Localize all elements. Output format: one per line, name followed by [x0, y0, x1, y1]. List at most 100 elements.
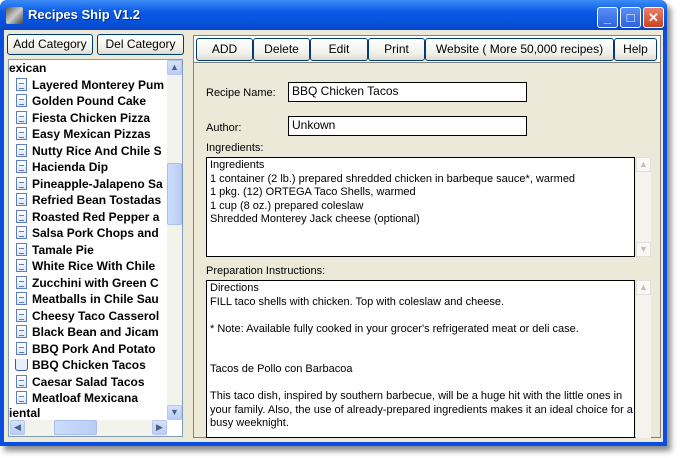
website-button[interactable]: Website ( More 50,000 recipes): [425, 38, 614, 61]
tree-horizontal-scrollbar[interactable]: ◀ ▶: [9, 420, 167, 436]
document-icon: [16, 292, 27, 305]
recipe-item[interactable]: Salsa Pork Chops and: [9, 225, 167, 241]
recipe-item[interactable]: Hacienda Dip: [9, 159, 167, 175]
add-button[interactable]: ADD: [196, 38, 253, 61]
recipe-item-label: Zucchini with Green C: [32, 275, 159, 290]
recipe-item-label: Refried Bean Tostadas: [32, 193, 162, 207]
recipe-item-label: Easy Mexican Pizzas: [32, 127, 151, 141]
scroll-down-icon[interactable]: ▼: [167, 405, 182, 420]
document-icon: [16, 226, 27, 239]
recipe-item-label: BBQ Chicken Tacos: [32, 358, 146, 372]
recipe-item-label: Pineapple-Jalapeno Sa: [32, 176, 163, 191]
recipe-item[interactable]: BBQ Pork And Potato: [9, 341, 167, 357]
scroll-up-icon[interactable]: ▲: [636, 280, 651, 295]
close-button[interactable]: ✕: [643, 7, 664, 28]
instructions-textarea[interactable]: Directions FILL taco shells with chicken.…: [206, 280, 635, 438]
open-book-icon: [15, 359, 28, 371]
scroll-right-icon[interactable]: ▶: [152, 420, 167, 435]
recipe-item-label: Cheesy Taco Casserol: [32, 308, 160, 323]
document-icon: [16, 242, 27, 256]
recipe-item[interactable]: Zucchini with Green C: [9, 275, 167, 291]
recipe-detail-panel: ADD Delete Edit Print Website ( More 50,…: [193, 35, 661, 438]
text-line: your family. Also, the use of already-pr…: [210, 403, 633, 416]
scroll-up-icon[interactable]: ▲: [167, 60, 182, 75]
recipe-item[interactable]: Pineapple-Jalapeno Sa: [9, 176, 167, 192]
text-line: Shredded Monterey Jack cheese (optional): [210, 213, 420, 225]
recipe-item-label: Caesar Salad Tacos: [32, 374, 145, 389]
recipe-item-label: Meatballs in Chile Sau: [32, 292, 159, 306]
minimize-button[interactable]: _: [597, 7, 618, 28]
ingredients-scrollbar[interactable]: ▲ ▼: [636, 157, 651, 257]
document-icon: [16, 110, 27, 124]
text-line: This taco dish, inspired by southern bar…: [210, 390, 623, 402]
horizontal-scroll-thumb[interactable]: [54, 420, 97, 435]
text-line: Tacos de Pollo con Barbacoa: [210, 363, 353, 375]
app-window: Recipes Ship V1.2 _ □ ✕ Add Category Del…: [0, 0, 667, 446]
document-icon: [16, 374, 27, 388]
ingredients-label: Ingredients:: [206, 142, 264, 154]
recipe-item[interactable]: Meatballs in Chile Sau: [9, 291, 167, 307]
recipe-item-label: Black Bean and Jicam: [32, 325, 159, 339]
author-label: Author:: [206, 122, 242, 134]
recipe-item-label: Tamale Pie: [32, 242, 94, 257]
app-icon: [6, 7, 23, 24]
del-category-button[interactable]: Del Category: [97, 34, 184, 55]
text-line: [210, 309, 631, 323]
recipe-item[interactable]: Black Bean and Jicam: [9, 324, 167, 340]
document-icon: [16, 193, 27, 206]
document-icon: [16, 176, 27, 190]
add-category-button[interactable]: Add Category: [7, 34, 93, 55]
vertical-scroll-thumb[interactable]: [167, 163, 182, 225]
instructions-scrollbar[interactable]: ▲: [636, 280, 651, 438]
scroll-up-icon[interactable]: ▲: [636, 157, 651, 172]
text-line: * Note: Available fully cooked in your g…: [210, 322, 579, 335]
recipe-item[interactable]: Cheesy Taco Casserol: [9, 308, 167, 324]
category-mexican[interactable]: exican: [9, 60, 167, 76]
recipe-item-label: Fiesta Chicken Pizza: [32, 110, 151, 125]
recipe-item[interactable]: BBQ Chicken Tacos: [9, 357, 167, 373]
recipe-item[interactable]: Fiesta Chicken Pizza: [9, 110, 167, 126]
document-icon: [16, 209, 27, 223]
author-input[interactable]: Unkown: [288, 116, 527, 136]
recipe-item[interactable]: Refried Bean Tostadas: [9, 192, 167, 208]
document-icon: [16, 77, 27, 91]
recipe-item-label: Golden Pound Cake: [32, 94, 147, 108]
tree-vertical-scrollbar[interactable]: ▲ ▼: [167, 60, 182, 420]
recipe-name-input[interactable]: BBQ Chicken Tacos: [288, 82, 527, 102]
maximize-button[interactable]: □: [620, 7, 641, 28]
instructions-label: Preparation Instructions:: [206, 265, 326, 277]
document-icon: [16, 391, 27, 404]
title-bar[interactable]: Recipes Ship V1.2 _ □ ✕: [0, 0, 667, 30]
ingredients-textarea[interactable]: Ingredients 1 container (2 lb.) prepared …: [206, 157, 635, 257]
recipe-item[interactable]: Easy Mexican Pizzas: [9, 126, 167, 142]
print-button[interactable]: Print: [368, 38, 425, 61]
recipe-item[interactable]: White Rice With Chile: [9, 258, 167, 274]
text-line: busy weeknight.: [210, 417, 289, 429]
document-icon: [16, 127, 27, 140]
recipe-name-label: Recipe Name:: [206, 87, 276, 99]
recipe-item[interactable]: Nutty Rice And Chile S: [9, 143, 167, 159]
recipe-item[interactable]: Roasted Red Pepper a: [9, 209, 167, 225]
scroll-down-icon[interactable]: ▼: [636, 242, 651, 257]
scroll-left-icon[interactable]: ◀: [10, 420, 25, 435]
recipe-item[interactable]: Caesar Salad Tacos: [9, 374, 167, 390]
document-icon: [16, 143, 27, 157]
help-button[interactable]: Help: [614, 38, 657, 61]
recipe-tree[interactable]: exican Layered Monterey Pum Golden Pound …: [8, 59, 183, 437]
text-line: 1 container (2 lb.) prepared shredded ch…: [210, 172, 576, 185]
edit-button[interactable]: Edit: [310, 38, 368, 61]
category-oriental[interactable]: iental: [9, 405, 167, 421]
recipe-item[interactable]: Golden Pound Cake: [9, 93, 167, 109]
delete-button[interactable]: Delete: [253, 38, 310, 61]
recipe-item[interactable]: Meatloaf Mexicana: [9, 390, 167, 406]
recipe-item[interactable]: Tamale Pie: [9, 242, 167, 258]
text-line: [210, 336, 631, 350]
document-icon: [16, 308, 27, 322]
document-icon: [16, 325, 27, 338]
text-line: [210, 377, 631, 391]
recipe-item-label: BBQ Pork And Potato: [32, 341, 156, 356]
recipe-item[interactable]: Layered Monterey Pum: [9, 77, 167, 93]
text-line: Ingredients: [210, 159, 265, 171]
client-area: Add Category Del Category exican Layered…: [4, 30, 663, 442]
recipe-item-label: White Rice With Chile: [32, 259, 156, 273]
